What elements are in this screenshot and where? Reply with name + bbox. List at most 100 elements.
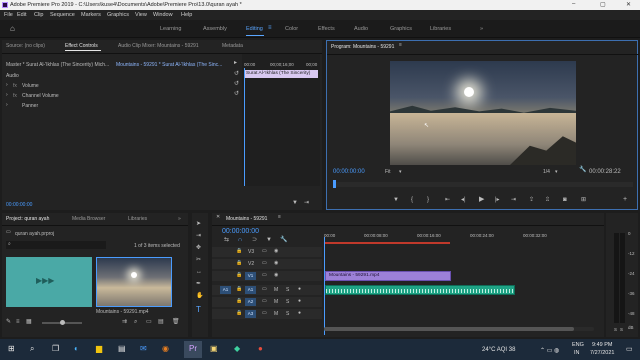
lock-icon[interactable]: 🔒 bbox=[236, 311, 242, 316]
scrollbar-thumb[interactable] bbox=[324, 327, 574, 331]
effect-controls-timecode[interactable]: 00:00:00:00 bbox=[6, 202, 32, 208]
param-channel-volume[interactable]: Channel Volume bbox=[22, 93, 59, 99]
mute-button[interactable]: M bbox=[274, 299, 278, 305]
pen-tool-icon[interactable]: ✒ bbox=[196, 281, 201, 287]
timeline-scrollbar[interactable] bbox=[324, 327, 594, 331]
meter-solo-right[interactable]: S bbox=[620, 327, 623, 332]
workspace-menu-icon[interactable]: ≡ bbox=[268, 25, 272, 31]
lock-icon[interactable]: 🔒 bbox=[236, 249, 242, 254]
workspace-graphics[interactable]: Graphics bbox=[390, 26, 412, 32]
snap-magnet-icon[interactable]: ∩ bbox=[238, 237, 242, 243]
menu-help[interactable]: Help bbox=[181, 12, 192, 18]
export-frame-icon[interactable]: ⇥ bbox=[304, 200, 309, 206]
add-button-icon[interactable]: + bbox=[623, 196, 627, 203]
mini-playhead[interactable] bbox=[244, 68, 245, 186]
home-icon[interactable]: ⌂ bbox=[10, 25, 15, 33]
panel-more[interactable]: » bbox=[178, 216, 181, 222]
play-only-audio-icon[interactable]: ▸ bbox=[234, 60, 237, 66]
track-select-tool-icon[interactable]: ⇥ bbox=[196, 233, 201, 239]
firefox-icon[interactable]: ◉ bbox=[162, 344, 169, 353]
workspace-editing[interactable]: Editing bbox=[246, 26, 263, 32]
program-playhead[interactable] bbox=[333, 180, 336, 188]
chevron-down-icon[interactable]: ▾ bbox=[399, 169, 402, 175]
audio-clip[interactable] bbox=[325, 285, 515, 295]
automate-to-sequence-icon[interactable]: ⇉ bbox=[122, 319, 127, 325]
video-clip[interactable]: Mountains - 59291.mp4 bbox=[325, 271, 451, 281]
panel-menu-icon[interactable]: ≡ bbox=[278, 215, 281, 220]
solo-button[interactable]: S bbox=[286, 287, 289, 293]
menu-window[interactable]: Window bbox=[153, 12, 173, 18]
selection-tool-icon[interactable]: ➤ bbox=[196, 221, 201, 227]
camera-icon[interactable]: ◙ bbox=[563, 197, 567, 203]
zoom-slider[interactable] bbox=[42, 320, 82, 325]
expand-chevron-icon[interactable]: › bbox=[6, 93, 8, 98]
reset-icon[interactable]: ↺ bbox=[234, 71, 239, 77]
menu-edit[interactable]: Edit bbox=[17, 12, 26, 18]
track-label[interactable]: V3 bbox=[248, 249, 254, 255]
workspace-libraries[interactable]: Libraries bbox=[430, 26, 451, 32]
workspace-audio[interactable]: Audio bbox=[354, 26, 368, 32]
program-scrubber[interactable] bbox=[333, 180, 633, 188]
mail-icon[interactable]: ✉ bbox=[140, 344, 147, 353]
button-editor-icon[interactable]: ⊞ bbox=[581, 197, 586, 203]
list-view-icon[interactable]: ≡ bbox=[16, 319, 20, 325]
expand-chevron-icon[interactable]: › bbox=[6, 103, 8, 108]
go-to-in-icon[interactable]: ⇤ bbox=[445, 197, 450, 203]
workspace-effects[interactable]: Effects bbox=[318, 26, 335, 32]
tab-source[interactable]: Source: (no clips) bbox=[6, 43, 45, 49]
menu-markers[interactable]: Markers bbox=[81, 12, 101, 18]
language-eng[interactable]: ENG bbox=[572, 342, 584, 348]
minimize-icon[interactable]: – bbox=[572, 1, 575, 7]
lock-icon[interactable]: 🔒 bbox=[236, 261, 242, 266]
app-icon[interactable]: ◆ bbox=[234, 344, 240, 353]
sync-lock-icon[interactable]: ▭ bbox=[262, 261, 267, 266]
resolution-select[interactable]: 1/4 bbox=[543, 169, 550, 175]
menu-sequence[interactable]: Sequence bbox=[50, 12, 75, 18]
workspace-assembly[interactable]: Assembly bbox=[203, 26, 227, 32]
maximize-icon[interactable]: ▢ bbox=[600, 1, 606, 8]
lock-icon[interactable]: 🔒 bbox=[236, 299, 242, 304]
file-explorer-icon[interactable]: ▆ bbox=[96, 344, 102, 353]
tab-audio-clip-mixer[interactable]: Audio Clip Mixer: Mountains - 59291 bbox=[118, 43, 199, 49]
project-item-thumbnail[interactable] bbox=[96, 257, 172, 307]
source-target-a1[interactable]: A1 bbox=[220, 286, 231, 294]
menu-view[interactable]: View bbox=[135, 12, 147, 18]
workspace-learning[interactable]: Learning bbox=[160, 26, 181, 32]
tab-libraries[interactable]: Libraries bbox=[128, 216, 147, 222]
filter-icon[interactable]: ▼ bbox=[292, 200, 298, 206]
lock-icon[interactable]: ✎ bbox=[6, 319, 11, 325]
param-panner[interactable]: Panner bbox=[22, 103, 38, 109]
go-to-out-icon[interactable]: ⇥ bbox=[511, 197, 516, 203]
track-label[interactable]: A3 bbox=[245, 310, 256, 318]
windows-start-icon[interactable]: ⊞ bbox=[8, 344, 15, 353]
premiere-taskbar-active[interactable]: Pr bbox=[184, 341, 202, 358]
edge-browser-icon[interactable]: ◐ bbox=[74, 344, 79, 353]
notifications-icon[interactable]: ▭ bbox=[626, 345, 633, 353]
tab-metadata[interactable]: Metadata bbox=[222, 43, 243, 49]
clear-icon[interactable]: 🗑 bbox=[172, 319, 180, 325]
photos-icon[interactable]: ▣ bbox=[210, 344, 218, 353]
mute-button[interactable]: M bbox=[274, 311, 278, 317]
expand-chevron-icon[interactable]: › bbox=[6, 83, 8, 88]
lock-icon[interactable]: 🔒 bbox=[236, 273, 242, 278]
new-item-icon[interactable]: ▤ bbox=[158, 319, 164, 325]
param-volume[interactable]: Volume bbox=[22, 83, 39, 89]
weather-status[interactable]: 24°C AQI 38 bbox=[482, 347, 515, 353]
menu-graphics[interactable]: Graphics bbox=[107, 12, 129, 18]
eye-icon[interactable]: ◉ bbox=[274, 261, 278, 266]
hand-tool-icon[interactable]: ✋ bbox=[196, 293, 203, 299]
type-tool-icon[interactable]: T bbox=[196, 306, 201, 314]
meter-solo-left[interactable]: S bbox=[614, 327, 617, 332]
clock-date[interactable]: 7/27/2021 bbox=[590, 350, 614, 356]
solo-button[interactable]: S bbox=[286, 311, 289, 317]
search-input[interactable]: ⌕ bbox=[6, 241, 106, 249]
sync-lock-icon[interactable]: ▭ bbox=[262, 299, 267, 304]
work-area-bar[interactable] bbox=[324, 242, 450, 244]
tab-program[interactable]: Program: Mountains - 59291 bbox=[331, 44, 394, 50]
sequence-clip-path[interactable]: Mountains - 59291 * Surat Al-'Ikhlas (Th… bbox=[116, 62, 222, 68]
track-label[interactable]: V1 bbox=[245, 272, 256, 280]
close-icon[interactable]: ✕ bbox=[626, 1, 631, 8]
extract-icon[interactable]: ⇫ bbox=[545, 197, 550, 203]
zoom-fit-select[interactable]: Fit bbox=[385, 169, 391, 175]
panel-menu-icon[interactable]: ≡ bbox=[399, 43, 402, 48]
